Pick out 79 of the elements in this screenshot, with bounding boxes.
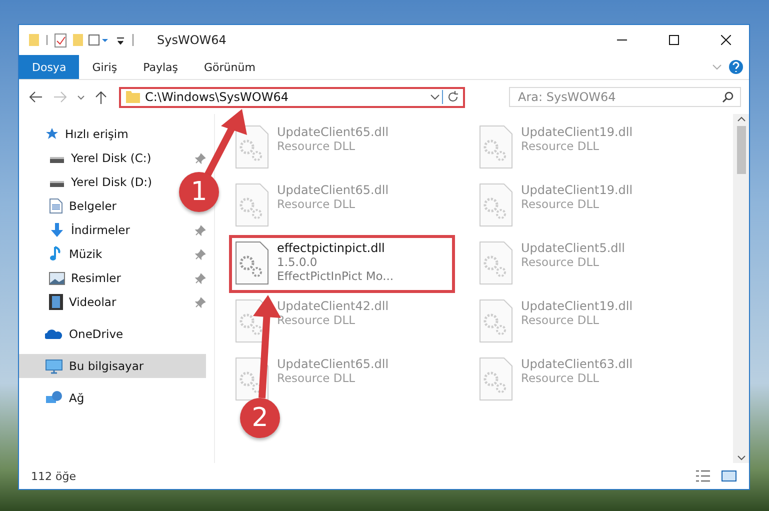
pin-icon[interactable] [195, 272, 206, 284]
maximize-icon [669, 35, 679, 45]
file-detail: Resource DLL [521, 197, 600, 211]
file-gears-icon [479, 299, 513, 343]
pin-icon[interactable] [195, 248, 206, 260]
item-count: 112 öğe [31, 470, 77, 482]
file-name: UpdateClient65.dll [277, 183, 389, 197]
close-icon [721, 35, 731, 45]
sidebar-item[interactable]: İndirmeler [19, 218, 136, 242]
music-note-icon [49, 246, 63, 262]
network-icon [45, 390, 63, 406]
file-name: UpdateClient63.dll [521, 357, 633, 371]
scroll-up-icon[interactable] [736, 116, 746, 122]
file-detail: EffectPictInPict Mo... [277, 269, 394, 283]
file-gears-icon [479, 183, 513, 227]
file-detail: Resource DLL [277, 139, 356, 153]
folder-icon [125, 90, 141, 104]
sidebar-item[interactable]: OneDrive [19, 322, 130, 346]
star-icon [45, 127, 59, 141]
search-field[interactable]: Ara: SysWOW64 [509, 87, 741, 107]
file-name: UpdateClient65.dll [277, 357, 389, 371]
download-icon [49, 222, 65, 238]
file-detail: Resource DLL [521, 139, 600, 153]
file-detail: Resource DLL [521, 313, 600, 327]
file-detail: Resource DLL [277, 313, 356, 327]
sidebar-item[interactable]: Hızlı erişim [19, 122, 134, 146]
file-gears-icon [479, 357, 513, 401]
back-button[interactable] [27, 89, 45, 105]
address-path: C:\Windows\SysWOW64 [145, 90, 290, 104]
ribbon-tab[interactable]: Dosya [19, 55, 80, 79]
scroll-down-icon[interactable] [736, 455, 746, 461]
file-name: UpdateClient5.dll [521, 241, 625, 255]
film-icon [49, 294, 63, 310]
pin-icon[interactable] [195, 296, 206, 308]
file-gears-icon [235, 125, 269, 169]
file-name: effectpictinpict.dll [277, 241, 386, 255]
back-arrow-icon [29, 91, 43, 103]
file-detail: Resource DLL [277, 371, 356, 385]
sidebar-item[interactable]: Bu bilgisayar [19, 354, 206, 378]
sidebar-item[interactable]: Müzik [19, 242, 108, 266]
file-name: UpdateClient19.dll [521, 183, 633, 197]
file-detail: 1.5.0.0 [277, 255, 318, 269]
window-title: SysWOW64 [157, 33, 228, 47]
ribbon-tab[interactable]: Giriş [79, 55, 130, 79]
file-name: UpdateClient42.dll [277, 299, 389, 313]
file-gears-icon [235, 241, 269, 285]
refresh-icon [447, 90, 459, 104]
file-gears-icon [479, 125, 513, 169]
file-gears-icon [479, 241, 513, 285]
file-name: UpdateClient19.dll [521, 125, 633, 139]
file-detail: Resource DLL [277, 197, 356, 211]
sidebar-item[interactable]: Belgeler [19, 194, 123, 218]
scrollbar[interactable] [733, 114, 749, 463]
forward-arrow-icon [53, 91, 67, 103]
picture-icon [49, 272, 65, 284]
address-bar[interactable]: C:\Windows\SysWOW64 [119, 86, 465, 108]
pin-icon[interactable] [195, 224, 206, 236]
ribbon-tab[interactable]: Görünüm [191, 55, 268, 79]
monitor-icon [45, 358, 63, 374]
sidebar-item[interactable]: Ağ [19, 386, 90, 410]
file-detail: Resource DLL [521, 371, 600, 385]
ribbon-tab[interactable]: Paylaş [130, 55, 191, 79]
scroll-thumb[interactable] [736, 126, 746, 174]
file-gears-icon [235, 183, 269, 227]
file-name: UpdateClient65.dll [277, 125, 389, 139]
pin-icon[interactable] [195, 152, 206, 164]
details-view-icon[interactable] [695, 469, 711, 483]
file-detail: Resource DLL [521, 255, 600, 269]
sidebar-item[interactable]: Videolar [19, 290, 122, 314]
up-arrow-icon [95, 90, 107, 104]
sidebar-item[interactable]: Yerel Disk (D:) [19, 170, 158, 194]
large-icons-view-icon[interactable] [721, 469, 737, 483]
sidebar-item[interactable]: Yerel Disk (C:) [19, 146, 158, 170]
file-name: UpdateClient19.dll [521, 299, 633, 313]
file-item[interactable]: effectpictinpict.dll 1.5.0.0 EffectPictInPict Mo... [229, 235, 455, 293]
sidebar-item[interactable]: Resimler [19, 266, 127, 290]
cloud-icon [45, 328, 63, 340]
search-icon[interactable] [722, 91, 734, 103]
document-icon [49, 198, 63, 214]
